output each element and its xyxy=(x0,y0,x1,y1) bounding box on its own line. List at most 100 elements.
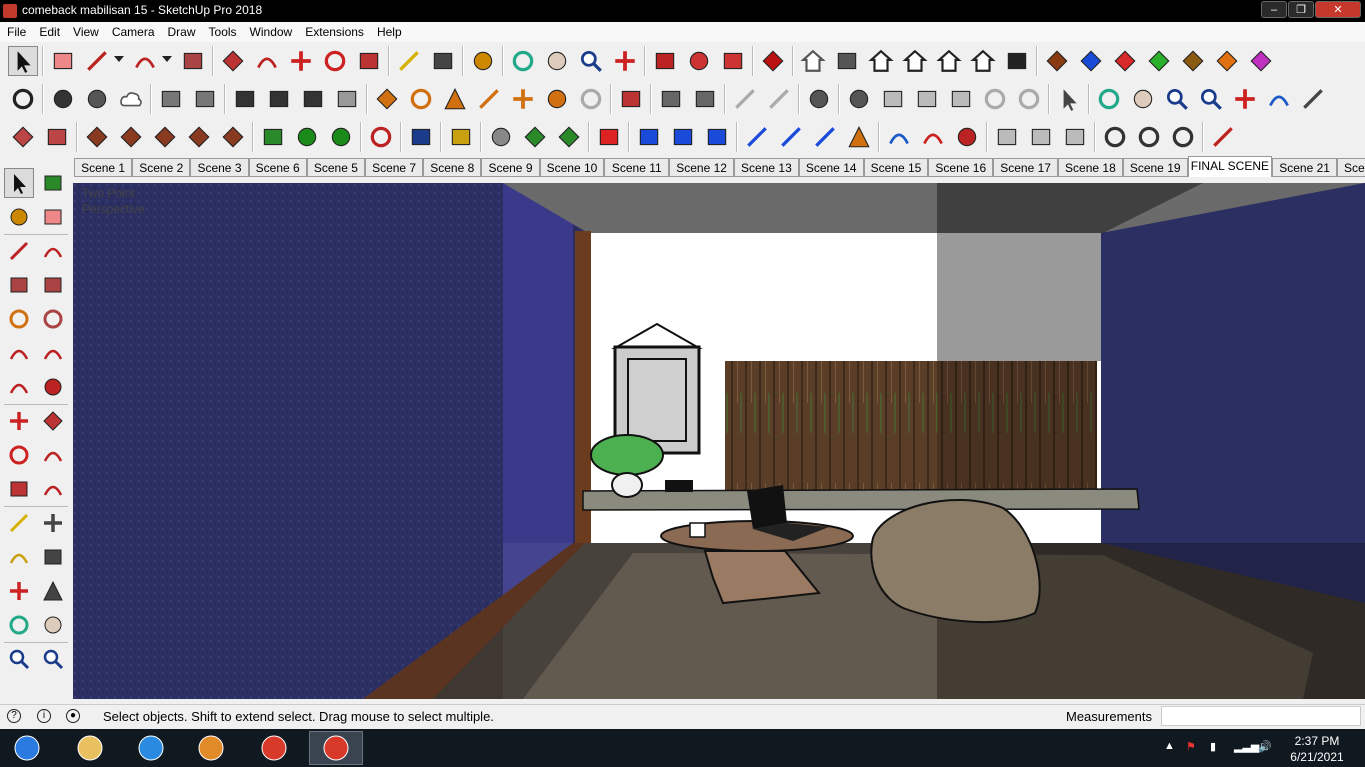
dimension-icon[interactable] xyxy=(38,508,68,538)
warehouse-icon[interactable] xyxy=(650,46,680,76)
scene-tab[interactable]: Scene 5 xyxy=(306,158,365,177)
position-camera-icon[interactable] xyxy=(1298,84,1328,114)
previous-icon[interactable] xyxy=(1264,84,1294,114)
scene-tab[interactable]: Scene 18 xyxy=(1058,158,1123,177)
scene-tab[interactable]: Scene 9 xyxy=(481,158,540,177)
menu-file[interactable]: File xyxy=(0,22,32,39)
orbit-icon[interactable] xyxy=(4,610,34,640)
grid-icon[interactable] xyxy=(42,122,72,152)
rotate-icon[interactable] xyxy=(320,46,350,76)
sandbox-icon[interactable] xyxy=(218,122,248,152)
left-view-icon[interactable] xyxy=(968,46,998,76)
pencil-icon[interactable] xyxy=(82,46,112,76)
arc-icon[interactable] xyxy=(130,46,160,76)
internet-explorer-icon[interactable] xyxy=(124,731,178,765)
menu-extensions[interactable]: Extensions xyxy=(298,22,370,39)
zoom-icon[interactable] xyxy=(576,46,606,76)
trees-icon[interactable] xyxy=(292,122,322,152)
tape-measure-icon[interactable] xyxy=(4,508,34,538)
cube-icon[interactable] xyxy=(992,122,1022,152)
scene-tab[interactable]: Scene 15 xyxy=(863,158,929,177)
rectangle-icon[interactable] xyxy=(4,270,34,300)
arrows-icon[interactable] xyxy=(776,122,806,152)
cube-icon[interactable] xyxy=(912,84,942,114)
cube-icon[interactable] xyxy=(878,84,908,114)
measurements-input[interactable] xyxy=(1161,706,1361,726)
network-icon[interactable]: ▂▃▅ xyxy=(1234,740,1259,753)
section-icon[interactable] xyxy=(1134,122,1164,152)
box-icon[interactable] xyxy=(690,84,720,114)
color-cube-icon[interactable] xyxy=(702,122,732,152)
tool-dropdown-arrow[interactable] xyxy=(114,56,124,62)
strands-icon[interactable] xyxy=(730,84,760,114)
scene-tab[interactable]: Scene 21 xyxy=(1272,158,1337,177)
scene-tab[interactable]: Scene 7 xyxy=(365,158,424,177)
three-point-arc-icon[interactable] xyxy=(4,372,34,402)
top-view-icon[interactable] xyxy=(832,46,862,76)
shell-icon[interactable] xyxy=(486,122,516,152)
wireframe-icon[interactable] xyxy=(554,122,584,152)
scene-tab[interactable]: Scene 3 xyxy=(190,158,249,177)
cloud-icon[interactable] xyxy=(116,84,146,114)
line-icon[interactable] xyxy=(1208,122,1238,152)
close-button[interactable]: ✕ xyxy=(1315,1,1361,18)
pan-icon[interactable] xyxy=(1128,84,1158,114)
cube-icon[interactable] xyxy=(946,84,976,114)
minimize-button[interactable]: – xyxy=(1261,1,1287,18)
chrome-icon[interactable] xyxy=(247,731,301,765)
window-icon[interactable] xyxy=(264,84,294,114)
scene-tab[interactable]: Scene 14 xyxy=(798,158,864,177)
back-view-icon[interactable] xyxy=(934,46,964,76)
tool-dropdown-arrow[interactable] xyxy=(162,56,172,62)
sandbox-icon[interactable] xyxy=(184,122,214,152)
follow-me-icon[interactable] xyxy=(38,440,68,470)
pan-icon[interactable] xyxy=(542,46,572,76)
check-icon[interactable] xyxy=(8,84,38,114)
line-icon[interactable] xyxy=(4,236,34,266)
pan-icon[interactable] xyxy=(38,610,68,640)
globe-icon[interactable] xyxy=(366,122,396,152)
scene-tab[interactable]: Scene 6 xyxy=(248,158,307,177)
sphere-icon[interactable] xyxy=(1014,84,1044,114)
cube-icon[interactable] xyxy=(1026,122,1056,152)
sandbox-icon[interactable] xyxy=(82,122,112,152)
offset-icon[interactable] xyxy=(38,474,68,504)
explorer-icon[interactable] xyxy=(63,731,117,765)
protractor-icon[interactable] xyxy=(4,542,34,572)
section-icon[interactable] xyxy=(1100,122,1130,152)
sphere-icon[interactable] xyxy=(576,84,606,114)
menu-help[interactable]: Help xyxy=(370,22,408,39)
push-pull-icon[interactable] xyxy=(218,46,248,76)
3d-text-icon[interactable] xyxy=(38,576,68,606)
scene-tab[interactable]: Scene 10 xyxy=(539,158,605,177)
front-view-icon[interactable] xyxy=(866,46,896,76)
media-player-icon[interactable] xyxy=(184,731,238,765)
scale-icon[interactable] xyxy=(4,474,34,504)
freehand-icon[interactable] xyxy=(38,236,68,266)
rotated-rectangle-icon[interactable] xyxy=(38,270,68,300)
select-icon[interactable] xyxy=(8,46,38,76)
rectangle-icon[interactable] xyxy=(178,46,208,76)
window-icon[interactable] xyxy=(298,84,328,114)
triangle-icon[interactable] xyxy=(844,122,874,152)
tool-v-icon[interactable] xyxy=(1144,46,1174,76)
undo-icon[interactable] xyxy=(884,122,914,152)
zoom-window-icon[interactable] xyxy=(1196,84,1226,114)
text-icon[interactable] xyxy=(38,542,68,572)
action-center-icon[interactable]: ⚑ xyxy=(1186,740,1196,753)
tool-r-icon[interactable] xyxy=(1110,46,1140,76)
ruby-console-icon[interactable] xyxy=(758,46,788,76)
section-icon[interactable] xyxy=(1168,122,1198,152)
sandbox-icon[interactable] xyxy=(150,122,180,152)
triangle-icon[interactable] xyxy=(440,84,470,114)
scene-tab[interactable]: Scene 2 xyxy=(132,158,191,177)
zoom-extents-icon[interactable] xyxy=(610,46,640,76)
scene-tab[interactable]: Scene 1 xyxy=(74,158,133,177)
rotate-icon[interactable] xyxy=(4,440,34,470)
two-point-arc-icon[interactable] xyxy=(38,338,68,368)
zoom-icon[interactable] xyxy=(1162,84,1192,114)
circle-icon[interactable] xyxy=(4,304,34,334)
funnel-icon[interactable] xyxy=(372,84,402,114)
cursor-icon[interactable] xyxy=(1054,84,1084,114)
brick-icon[interactable] xyxy=(594,122,624,152)
